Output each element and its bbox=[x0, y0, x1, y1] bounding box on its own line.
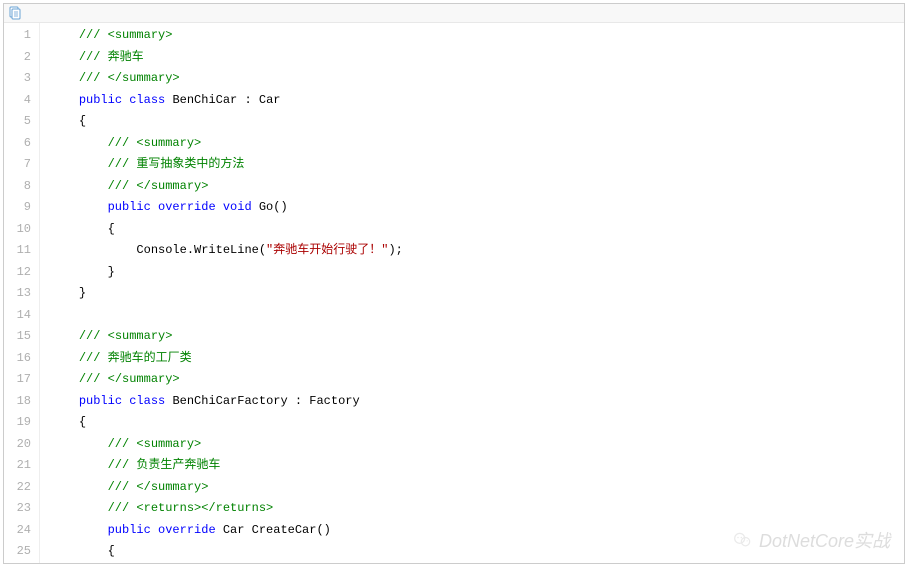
line-number: 4 bbox=[12, 90, 31, 112]
code-line: /// 重写抽象类中的方法 bbox=[50, 154, 904, 176]
token: Console.WriteLine( bbox=[136, 243, 266, 257]
code-line: /// 奔驰车的工厂类 bbox=[50, 348, 904, 370]
token: class bbox=[129, 93, 165, 107]
line-number: 17 bbox=[12, 369, 31, 391]
token: { bbox=[108, 222, 115, 236]
line-number: 18 bbox=[12, 391, 31, 413]
code-line: /// 负责生产奔驰车 bbox=[50, 455, 904, 477]
line-number: 5 bbox=[12, 111, 31, 133]
line-number: 20 bbox=[12, 434, 31, 456]
token: void bbox=[223, 200, 252, 214]
line-number: 1 bbox=[12, 25, 31, 47]
token: /// 重写抽象类中的方法 bbox=[108, 157, 245, 171]
code-line: /// </summary> bbox=[50, 369, 904, 391]
token: } bbox=[108, 265, 115, 279]
token: public bbox=[108, 200, 151, 214]
line-number: 14 bbox=[12, 305, 31, 327]
code-line: public override void Go() bbox=[50, 197, 904, 219]
line-number: 11 bbox=[12, 240, 31, 262]
token bbox=[151, 200, 158, 214]
token: Car CreateCar() bbox=[216, 523, 331, 537]
line-number: 13 bbox=[12, 283, 31, 305]
code-content[interactable]: /// <summary> /// 奔驰车 /// </summary> pub… bbox=[40, 23, 904, 563]
toolbar bbox=[4, 4, 904, 22]
token: "奔驰车开始行驶了！" bbox=[266, 243, 388, 257]
token: ); bbox=[388, 243, 402, 257]
token: /// <summary> bbox=[108, 136, 202, 150]
code-line bbox=[50, 305, 904, 327]
code-line: public class BenChiCarFactory : Factory bbox=[50, 391, 904, 413]
token bbox=[216, 200, 223, 214]
token bbox=[151, 523, 158, 537]
code-line: } bbox=[50, 283, 904, 305]
line-number: 25 bbox=[12, 541, 31, 563]
token: public bbox=[79, 93, 122, 107]
token: { bbox=[108, 544, 115, 558]
line-number-gutter: 1234567891011121314151617181920212223242… bbox=[4, 23, 40, 563]
line-number: 23 bbox=[12, 498, 31, 520]
line-number: 7 bbox=[12, 154, 31, 176]
token: Go() bbox=[252, 200, 288, 214]
line-number: 24 bbox=[12, 520, 31, 542]
code-line: /// </summary> bbox=[50, 68, 904, 90]
code-line: /// 奔驰车 bbox=[50, 47, 904, 69]
code-line: } bbox=[50, 262, 904, 284]
line-number: 15 bbox=[12, 326, 31, 348]
token: public bbox=[108, 523, 151, 537]
token: /// </summary> bbox=[108, 480, 209, 494]
code-line: /// </summary> bbox=[50, 176, 904, 198]
line-number: 21 bbox=[12, 455, 31, 477]
token: /// </summary> bbox=[79, 71, 180, 85]
line-number: 10 bbox=[12, 219, 31, 241]
code-line: /// <returns></returns> bbox=[50, 498, 904, 520]
code-line: /// <summary> bbox=[50, 133, 904, 155]
code-line: /// <summary> bbox=[50, 25, 904, 47]
code-line: { bbox=[50, 541, 904, 563]
token: { bbox=[79, 415, 86, 429]
code-area: 1234567891011121314151617181920212223242… bbox=[4, 22, 904, 563]
code-line: /// </summary> bbox=[50, 477, 904, 499]
code-line: public class BenChiCar : Car bbox=[50, 90, 904, 112]
token: /// <summary> bbox=[79, 329, 173, 343]
token: /// </summary> bbox=[79, 372, 180, 386]
token: { bbox=[79, 114, 86, 128]
line-number: 2 bbox=[12, 47, 31, 69]
token: class bbox=[129, 394, 165, 408]
token: BenChiCarFactory : Factory bbox=[165, 394, 359, 408]
code-line: public override Car CreateCar() bbox=[50, 520, 904, 542]
code-line: /// <summary> bbox=[50, 326, 904, 348]
code-viewer-panel: 1234567891011121314151617181920212223242… bbox=[3, 3, 905, 564]
line-number: 16 bbox=[12, 348, 31, 370]
line-number: 6 bbox=[12, 133, 31, 155]
code-line: Console.WriteLine("奔驰车开始行驶了！"); bbox=[50, 240, 904, 262]
line-number: 12 bbox=[12, 262, 31, 284]
token: /// 奔驰车的工厂类 bbox=[79, 351, 192, 365]
code-line: { bbox=[50, 412, 904, 434]
copy-icon[interactable] bbox=[8, 6, 22, 20]
code-line: { bbox=[50, 219, 904, 241]
token: public bbox=[79, 394, 122, 408]
token: override bbox=[158, 523, 216, 537]
token: BenChiCar : Car bbox=[165, 93, 280, 107]
code-line: /// <summary> bbox=[50, 434, 904, 456]
token: /// 奔驰车 bbox=[79, 50, 144, 64]
token: /// 负责生产奔驰车 bbox=[108, 458, 221, 472]
line-number: 19 bbox=[12, 412, 31, 434]
line-number: 3 bbox=[12, 68, 31, 90]
line-number: 22 bbox=[12, 477, 31, 499]
token: override bbox=[158, 200, 216, 214]
token: } bbox=[79, 286, 86, 300]
line-number: 8 bbox=[12, 176, 31, 198]
code-line: { bbox=[50, 111, 904, 133]
token: /// </summary> bbox=[108, 179, 209, 193]
line-number: 9 bbox=[12, 197, 31, 219]
token: /// <returns></returns> bbox=[108, 501, 274, 515]
token: /// <summary> bbox=[79, 28, 173, 42]
token: /// <summary> bbox=[108, 437, 202, 451]
